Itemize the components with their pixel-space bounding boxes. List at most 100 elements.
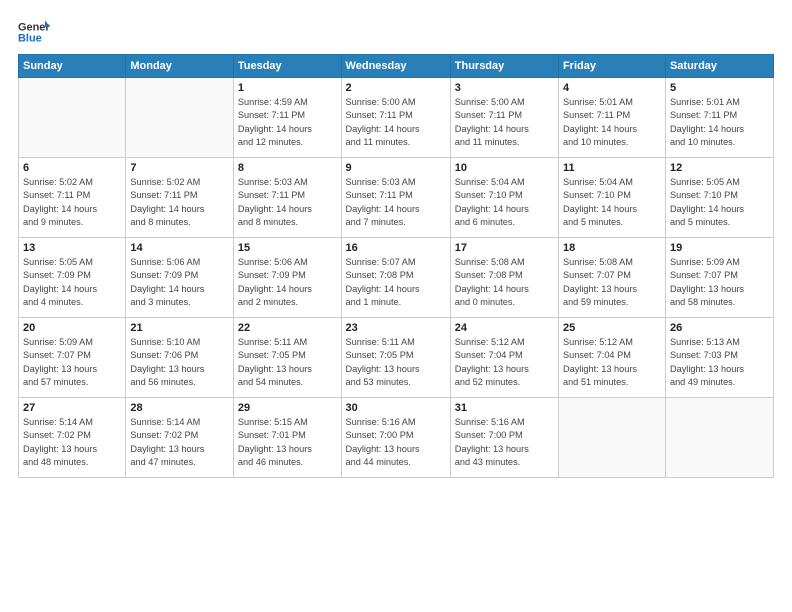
calendar-cell: 11 Sunrise: 5:04 AM Sunset: 7:10 PM Dayli…: [558, 158, 665, 238]
cell-day-number: 5: [670, 82, 769, 94]
weekday-header-wednesday: Wednesday: [341, 55, 450, 78]
cell-day-number: 26: [670, 322, 769, 334]
calendar-cell: [665, 398, 773, 478]
cell-day-number: 28: [130, 402, 229, 414]
calendar-cell: 15 Sunrise: 5:06 AM Sunset: 7:09 PM Dayli…: [233, 238, 341, 318]
cell-info-text: Sunrise: 5:01 AM Sunset: 7:11 PM Dayligh…: [563, 96, 661, 149]
calendar-cell: 23Sunrise: 5:11 AM Sunset: 7:05 PM Dayli…: [341, 318, 450, 398]
calendar-cell: 9 Sunrise: 5:03 AM Sunset: 7:11 PM Daylig…: [341, 158, 450, 238]
cell-info-text: Sunrise: 5:06 AM Sunset: 7:09 PM Dayligh…: [238, 256, 337, 309]
logo: General Blue: [18, 18, 50, 46]
cell-info-text: Sunrise: 5:07 AM Sunset: 7:08 PM Dayligh…: [346, 256, 446, 309]
cell-info-text: Sunrise: 5:03 AM Sunset: 7:11 PM Dayligh…: [346, 176, 446, 229]
calendar-cell: [558, 398, 665, 478]
calendar-cell: 1 Sunrise: 4:59 AM Sunset: 7:11 PM Daylig…: [233, 78, 341, 158]
logo-icon: General Blue: [18, 18, 50, 46]
calendar-cell: 18 Sunrise: 5:08 AM Sunset: 7:07 PM Dayli…: [558, 238, 665, 318]
calendar-cell: 12 Sunrise: 5:05 AM Sunset: 7:10 PM Dayli…: [665, 158, 773, 238]
cell-info-text: Sunrise: 5:09 AM Sunset: 7:07 PM Dayligh…: [23, 336, 121, 389]
cell-day-number: 24: [455, 322, 554, 334]
cell-info-text: Sunrise: 5:01 AM Sunset: 7:11 PM Dayligh…: [670, 96, 769, 149]
weekday-header-row: SundayMondayTuesdayWednesdayThursdayFrid…: [19, 55, 774, 78]
cell-info-text: Sunrise: 5:04 AM Sunset: 7:10 PM Dayligh…: [455, 176, 554, 229]
calendar-cell: 28 Sunrise: 5:14 AM Sunset: 7:02 PM Dayli…: [126, 398, 234, 478]
cell-info-text: Sunrise: 5:02 AM Sunset: 7:11 PM Dayligh…: [23, 176, 121, 229]
weekday-header-monday: Monday: [126, 55, 234, 78]
cell-info-text: Sunrise: 5:03 AM Sunset: 7:11 PM Dayligh…: [238, 176, 337, 229]
cell-day-number: 22: [238, 322, 337, 334]
calendar-cell: 2Sunrise: 5:00 AM Sunset: 7:11 PM Daylig…: [341, 78, 450, 158]
cell-day-number: 25: [563, 322, 661, 334]
cell-day-number: 21: [130, 322, 229, 334]
calendar-cell: 5 Sunrise: 5:01 AM Sunset: 7:11 PM Daylig…: [665, 78, 773, 158]
cell-info-text: Sunrise: 5:05 AM Sunset: 7:09 PM Dayligh…: [23, 256, 121, 309]
cell-day-number: 16: [346, 242, 446, 254]
cell-day-number: 31: [455, 402, 554, 414]
cell-day-number: 1: [238, 82, 337, 94]
calendar-cell: 30Sunrise: 5:16 AM Sunset: 7:00 PM Dayli…: [341, 398, 450, 478]
cell-info-text: Sunrise: 5:08 AM Sunset: 7:08 PM Dayligh…: [455, 256, 554, 309]
cell-info-text: Sunrise: 5:04 AM Sunset: 7:10 PM Dayligh…: [563, 176, 661, 229]
cell-day-number: 13: [23, 242, 121, 254]
calendar-week-row: 13 Sunrise: 5:05 AM Sunset: 7:09 PM Dayli…: [19, 238, 774, 318]
calendar-cell: 29 Sunrise: 5:15 AM Sunset: 7:01 PM Dayli…: [233, 398, 341, 478]
cell-info-text: Sunrise: 5:11 AM Sunset: 7:05 PM Dayligh…: [238, 336, 337, 389]
calendar-week-row: 20 Sunrise: 5:09 AM Sunset: 7:07 PM Dayli…: [19, 318, 774, 398]
cell-day-number: 12: [670, 162, 769, 174]
calendar-cell: 27 Sunrise: 5:14 AM Sunset: 7:02 PM Dayli…: [19, 398, 126, 478]
calendar-cell: 3Sunrise: 5:00 AM Sunset: 7:11 PM Daylig…: [450, 78, 558, 158]
calendar-cell: 19 Sunrise: 5:09 AM Sunset: 7:07 PM Dayli…: [665, 238, 773, 318]
cell-day-number: 23: [346, 322, 446, 334]
cell-day-number: 6: [23, 162, 121, 174]
page-header: General Blue: [18, 18, 774, 46]
cell-day-number: 19: [670, 242, 769, 254]
cell-day-number: 30: [346, 402, 446, 414]
cell-info-text: Sunrise: 5:02 AM Sunset: 7:11 PM Dayligh…: [130, 176, 229, 229]
calendar-cell: [19, 78, 126, 158]
cell-info-text: Sunrise: 5:14 AM Sunset: 7:02 PM Dayligh…: [130, 416, 229, 469]
cell-info-text: Sunrise: 5:10 AM Sunset: 7:06 PM Dayligh…: [130, 336, 229, 389]
calendar-week-row: 6 Sunrise: 5:02 AM Sunset: 7:11 PM Daylig…: [19, 158, 774, 238]
cell-day-number: 4: [563, 82, 661, 94]
cell-info-text: Sunrise: 5:00 AM Sunset: 7:11 PM Dayligh…: [455, 96, 554, 149]
cell-day-number: 29: [238, 402, 337, 414]
calendar-cell: 4 Sunrise: 5:01 AM Sunset: 7:11 PM Daylig…: [558, 78, 665, 158]
calendar-cell: 20 Sunrise: 5:09 AM Sunset: 7:07 PM Dayli…: [19, 318, 126, 398]
calendar-cell: 6 Sunrise: 5:02 AM Sunset: 7:11 PM Daylig…: [19, 158, 126, 238]
cell-day-number: 27: [23, 402, 121, 414]
cell-day-number: 20: [23, 322, 121, 334]
calendar-cell: 16 Sunrise: 5:07 AM Sunset: 7:08 PM Dayli…: [341, 238, 450, 318]
calendar-cell: 7 Sunrise: 5:02 AM Sunset: 7:11 PM Daylig…: [126, 158, 234, 238]
cell-day-number: 11: [563, 162, 661, 174]
cell-day-number: 18: [563, 242, 661, 254]
cell-info-text: Sunrise: 5:12 AM Sunset: 7:04 PM Dayligh…: [455, 336, 554, 389]
calendar-cell: 14Sunrise: 5:06 AM Sunset: 7:09 PM Dayli…: [126, 238, 234, 318]
calendar-cell: 31 Sunrise: 5:16 AM Sunset: 7:00 PM Dayli…: [450, 398, 558, 478]
calendar-table: SundayMondayTuesdayWednesdayThursdayFrid…: [18, 54, 774, 478]
cell-info-text: Sunrise: 5:15 AM Sunset: 7:01 PM Dayligh…: [238, 416, 337, 469]
calendar-week-row: 1 Sunrise: 4:59 AM Sunset: 7:11 PM Daylig…: [19, 78, 774, 158]
cell-day-number: 2: [346, 82, 446, 94]
cell-info-text: Sunrise: 5:16 AM Sunset: 7:00 PM Dayligh…: [455, 416, 554, 469]
cell-info-text: Sunrise: 5:05 AM Sunset: 7:10 PM Dayligh…: [670, 176, 769, 229]
cell-info-text: Sunrise: 5:08 AM Sunset: 7:07 PM Dayligh…: [563, 256, 661, 309]
calendar-cell: 17Sunrise: 5:08 AM Sunset: 7:08 PM Dayli…: [450, 238, 558, 318]
calendar-cell: 26 Sunrise: 5:13 AM Sunset: 7:03 PM Dayli…: [665, 318, 773, 398]
weekday-header-thursday: Thursday: [450, 55, 558, 78]
weekday-header-saturday: Saturday: [665, 55, 773, 78]
cell-info-text: Sunrise: 5:09 AM Sunset: 7:07 PM Dayligh…: [670, 256, 769, 309]
calendar-week-row: 27 Sunrise: 5:14 AM Sunset: 7:02 PM Dayli…: [19, 398, 774, 478]
cell-day-number: 15: [238, 242, 337, 254]
cell-day-number: 8: [238, 162, 337, 174]
cell-day-number: 10: [455, 162, 554, 174]
calendar-cell: 8 Sunrise: 5:03 AM Sunset: 7:11 PM Daylig…: [233, 158, 341, 238]
cell-info-text: Sunrise: 5:12 AM Sunset: 7:04 PM Dayligh…: [563, 336, 661, 389]
weekday-header-friday: Friday: [558, 55, 665, 78]
cell-info-text: Sunrise: 5:14 AM Sunset: 7:02 PM Dayligh…: [23, 416, 121, 469]
cell-day-number: 7: [130, 162, 229, 174]
cell-day-number: 9: [346, 162, 446, 174]
cell-info-text: Sunrise: 4:59 AM Sunset: 7:11 PM Dayligh…: [238, 96, 337, 149]
cell-info-text: Sunrise: 5:13 AM Sunset: 7:03 PM Dayligh…: [670, 336, 769, 389]
calendar-cell: 13 Sunrise: 5:05 AM Sunset: 7:09 PM Dayli…: [19, 238, 126, 318]
cell-day-number: 14: [130, 242, 229, 254]
